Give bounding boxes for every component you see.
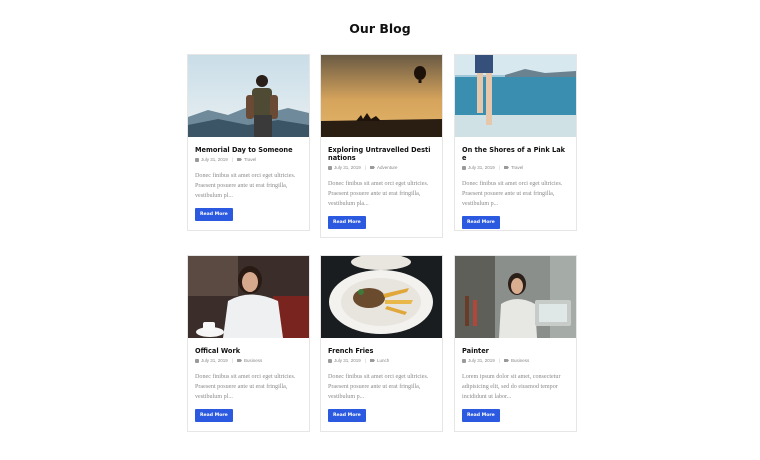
balloon-sunset-image (321, 55, 442, 137)
french-fries-image (321, 256, 442, 338)
meta-separator: | (498, 358, 500, 363)
post-excerpt: Donec finibus sit amet orci eget ultrici… (195, 374, 296, 400)
post-title[interactable]: Offical Work (195, 347, 302, 355)
meta-separator: | (364, 165, 366, 170)
blog-card: Exploring Untravelled Destinations July … (320, 54, 443, 238)
post-meta: July 31, 2019 | Adventure (328, 165, 435, 170)
post-title[interactable]: Painter (462, 347, 569, 355)
painter-image (455, 256, 576, 338)
calendar-icon (462, 358, 466, 363)
post-category[interactable]: Lunch (377, 358, 389, 363)
post-image-balloon[interactable] (321, 55, 442, 137)
tag-icon (369, 165, 375, 170)
post-date: July 31, 2019 (201, 358, 228, 363)
post-meta: July 31, 2019 | Travel (195, 157, 302, 162)
post-category[interactable]: Adventure (377, 165, 398, 170)
post-meta: July 31, 2019 | Business (195, 358, 302, 363)
post-meta: July 31, 2019 | Lunch (328, 358, 435, 363)
calendar-icon (195, 157, 199, 162)
post-excerpt: Donec finibus sit amet orci eget ultrici… (195, 173, 296, 199)
calendar-icon (328, 358, 332, 363)
post-category[interactable]: Travel (511, 165, 523, 170)
hiker-image (188, 55, 309, 137)
post-title[interactable]: French Fries (328, 347, 435, 355)
post-meta: July 31, 2019 | Travel (462, 165, 569, 170)
tag-icon (503, 358, 509, 363)
post-date: July 31, 2019 (468, 358, 495, 363)
meta-separator: | (231, 358, 233, 363)
post-image-hiker[interactable] (188, 55, 309, 137)
post-excerpt: Donec finibus sit amet orci eget ultrici… (328, 374, 429, 400)
post-meta: July 31, 2019 | Business (462, 358, 569, 363)
tag-icon (503, 165, 509, 170)
tag-icon (369, 358, 375, 363)
tag-icon (236, 358, 242, 363)
read-more-button[interactable]: Read More (195, 208, 233, 221)
post-title[interactable]: On the Shores of a Pink Lake (462, 146, 569, 162)
meta-separator: | (364, 358, 366, 363)
post-image-food[interactable] (321, 256, 442, 338)
post-image-cafe[interactable] (188, 256, 309, 338)
post-excerpt: Donec finibus sit amet orci eget ultrici… (462, 181, 563, 207)
blog-card: On the Shores of a Pink Lake July 31, 20… (454, 54, 577, 231)
read-more-button[interactable]: Read More (328, 409, 366, 422)
read-more-button[interactable]: Read More (328, 216, 366, 229)
read-more-button[interactable]: Read More (462, 409, 500, 422)
post-category[interactable]: Business (244, 358, 262, 363)
blog-card: Memorial Day to Someone July 31, 2019 | … (187, 54, 310, 231)
blog-card: Offical Work July 31, 2019 | Business Do… (187, 255, 310, 432)
read-more-button[interactable]: Read More (462, 216, 500, 229)
post-date: July 31, 2019 (468, 165, 495, 170)
post-excerpt: Donec finibus sit amet orci eget ultrici… (328, 181, 429, 207)
post-image-beach[interactable] (455, 55, 576, 137)
meta-separator: | (498, 165, 500, 170)
post-title[interactable]: Exploring Untravelled Destinations (328, 146, 435, 162)
post-date: July 31, 2019 (334, 358, 361, 363)
post-title[interactable]: Memorial Day to Someone (195, 146, 302, 154)
post-excerpt: Lorem ipsum dolor sit amet, consectetur … (462, 374, 561, 400)
tag-icon (236, 157, 242, 162)
post-date: July 31, 2019 (334, 165, 361, 170)
post-image-painter[interactable] (455, 256, 576, 338)
post-category[interactable]: Business (511, 358, 529, 363)
post-category[interactable]: Travel (244, 157, 256, 162)
calendar-icon (462, 165, 466, 170)
cafe-woman-image (188, 256, 309, 338)
calendar-icon (328, 165, 332, 170)
blog-card: Painter July 31, 2019 | Business Lorem i… (454, 255, 577, 432)
page-title: Our Blog (349, 21, 411, 36)
meta-separator: | (231, 157, 233, 162)
read-more-button[interactable]: Read More (195, 409, 233, 422)
beach-image (455, 55, 576, 137)
calendar-icon (195, 358, 199, 363)
blog-card: French Fries July 31, 2019 | Lunch Donec… (320, 255, 443, 432)
post-date: July 31, 2019 (201, 157, 228, 162)
